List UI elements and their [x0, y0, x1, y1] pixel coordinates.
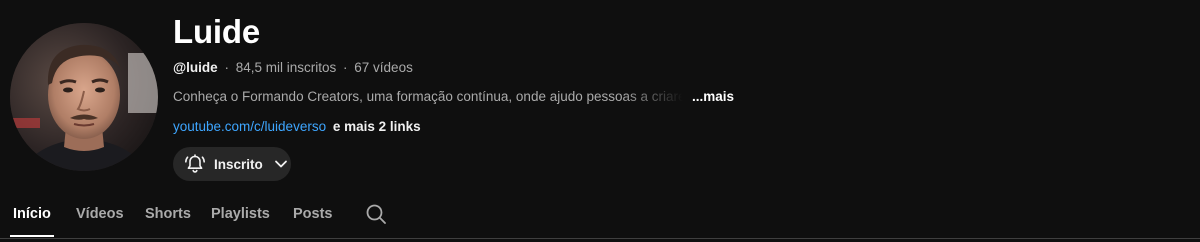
- tab-inicio[interactable]: Início: [13, 205, 51, 223]
- channel-links: youtube.com/c/luideverso e mais 2 links: [173, 118, 421, 136]
- chevron-down-icon: [272, 155, 290, 173]
- tab-videos[interactable]: Vídeos: [76, 205, 124, 223]
- channel-description[interactable]: Conheça o Formando Creators, uma formaçã…: [173, 88, 734, 106]
- search-icon[interactable]: [365, 203, 387, 225]
- tab-playlists[interactable]: Playlists: [211, 205, 270, 223]
- description-more-button[interactable]: ...mais: [692, 88, 734, 106]
- description-text: Conheça o Formando Creators, uma formaçã…: [173, 89, 683, 104]
- meta-separator: ·: [224, 60, 229, 75]
- avatar-portrait-image: [10, 23, 158, 171]
- active-tab-indicator: [10, 235, 54, 237]
- channel-avatar[interactable]: [10, 23, 158, 171]
- meta-separator: ·: [343, 60, 348, 75]
- video-count: 67 vídeos: [354, 60, 413, 75]
- channel-header: Luide @luide · 84,5 mil inscritos · 67 v…: [0, 0, 1200, 242]
- subscribed-button[interactable]: Inscrito: [173, 147, 291, 181]
- channel-handle: @luide: [173, 60, 218, 75]
- tab-shorts[interactable]: Shorts: [145, 205, 191, 223]
- channel-meta: @luide · 84,5 mil inscritos · 67 vídeos: [173, 59, 413, 77]
- channel-link[interactable]: youtube.com/c/luideverso: [173, 119, 326, 134]
- bell-ring-icon: [183, 152, 207, 176]
- more-links-button[interactable]: e mais 2 links: [333, 119, 421, 134]
- subscriber-count: 84,5 mil inscritos: [235, 60, 337, 75]
- channel-tabs: Início Vídeos Shorts Playlists Posts: [0, 196, 1200, 239]
- tab-posts[interactable]: Posts: [293, 205, 333, 223]
- subscribed-label: Inscrito: [214, 156, 263, 172]
- channel-title: Luide: [173, 13, 260, 50]
